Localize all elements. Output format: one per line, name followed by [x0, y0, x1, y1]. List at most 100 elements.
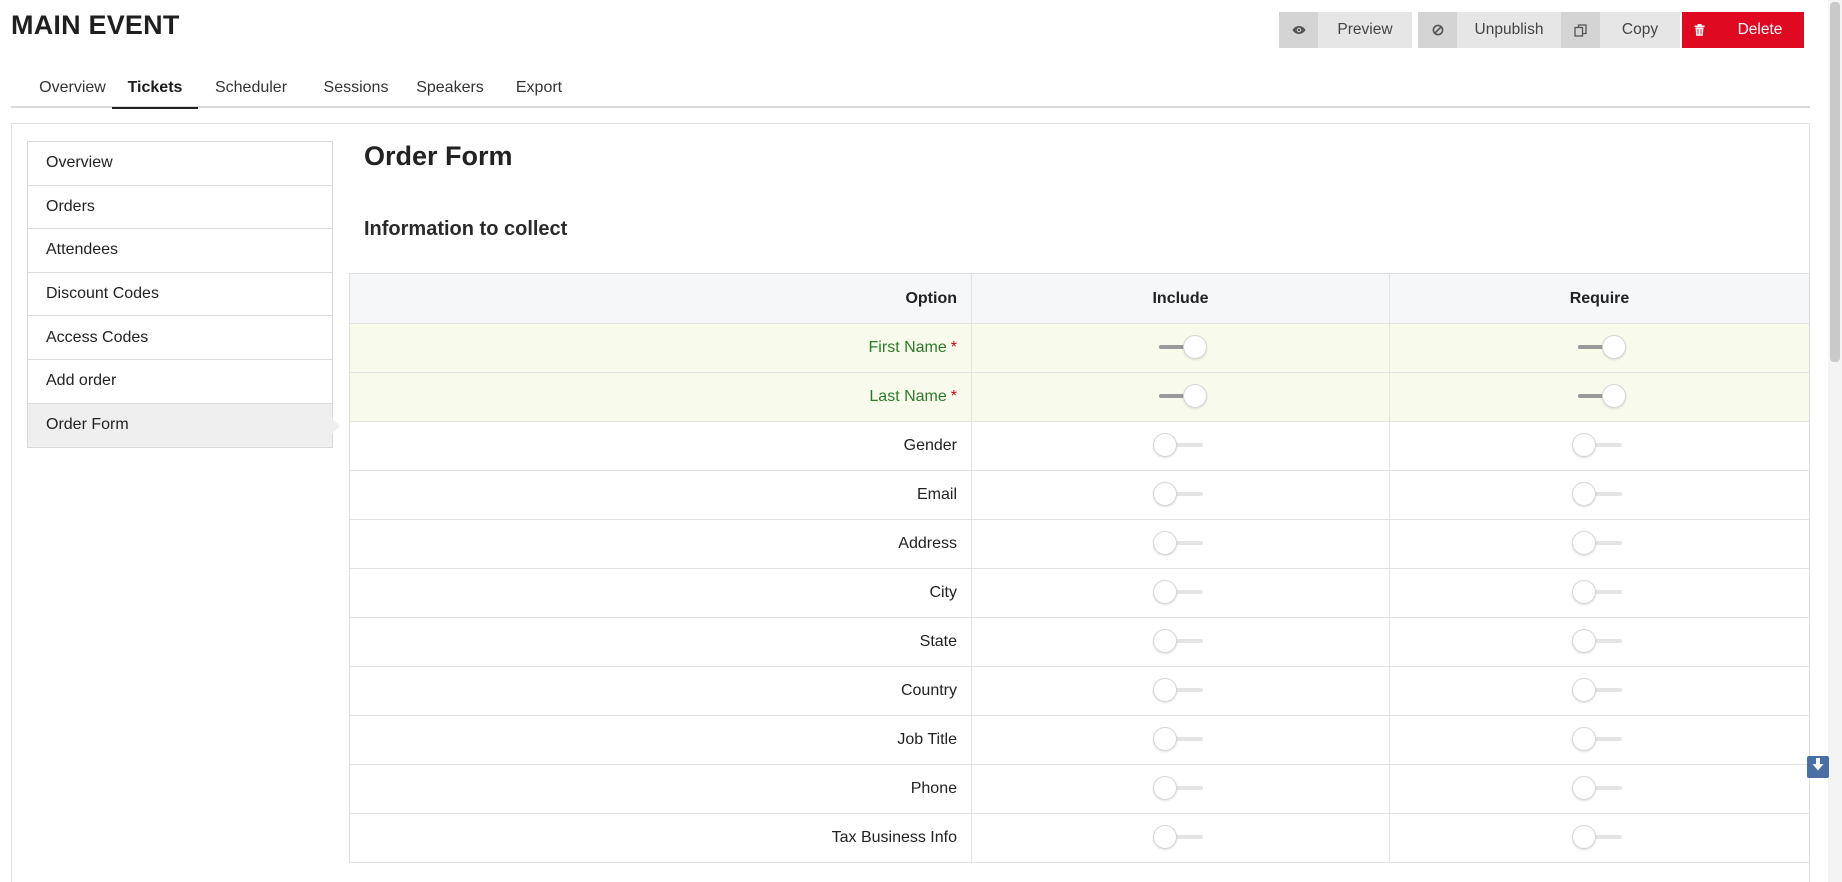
require-toggle[interactable]	[1571, 480, 1628, 510]
require-toggle[interactable]	[1571, 627, 1628, 657]
table-row: Email	[350, 471, 1809, 520]
table-row: Country	[350, 667, 1809, 716]
trash-icon	[1682, 12, 1716, 48]
include-cell	[972, 471, 1390, 519]
table-row: State	[350, 618, 1809, 667]
option-cell: First Name *	[350, 324, 972, 372]
require-toggle[interactable]	[1571, 725, 1628, 755]
toggle-knob	[1571, 629, 1596, 653]
include-toggle[interactable]	[1153, 333, 1209, 363]
include-toggle[interactable]	[1152, 676, 1209, 706]
copy-button[interactable]: Copy	[1561, 12, 1680, 48]
toggle-knob	[1152, 433, 1177, 457]
table-row: Tax Business Info	[350, 814, 1809, 863]
toggle-knob	[1152, 482, 1177, 506]
include-cell	[972, 520, 1390, 568]
eye-icon	[1279, 12, 1318, 48]
option-label: Email	[916, 486, 957, 503]
unpublish-label: Unpublish	[1474, 21, 1544, 38]
copy-icon	[1561, 12, 1600, 48]
option-cell: Phone	[350, 765, 972, 813]
require-toggle[interactable]	[1571, 529, 1628, 559]
require-cell	[1390, 373, 1809, 421]
option-cell: Country	[350, 667, 972, 715]
require-cell	[1390, 814, 1809, 862]
preview-button[interactable]: Preview	[1279, 12, 1412, 48]
required-marker: *	[950, 339, 957, 356]
require-toggle[interactable]	[1571, 676, 1628, 706]
delete-label: Delete	[1737, 21, 1783, 38]
table-row: First Name *	[350, 324, 1809, 373]
sidebar-item-order-form[interactable]: Order Form	[28, 403, 340, 448]
sidebar-item-discount-codes[interactable]: Discount Codes	[28, 272, 332, 317]
include-toggle[interactable]	[1152, 578, 1209, 608]
toggle-knob	[1152, 825, 1177, 849]
tab-overview[interactable]: Overview	[28, 68, 117, 108]
include-toggle[interactable]	[1152, 529, 1209, 559]
preview-label: Preview	[1337, 21, 1393, 38]
page-scrollbar[interactable]	[1828, 0, 1842, 882]
option-label: Tax Business Info	[831, 829, 957, 846]
require-toggle[interactable]	[1571, 431, 1628, 461]
option-label: Job Title	[897, 731, 957, 748]
require-cell	[1390, 765, 1809, 813]
unpublish-button[interactable]: Unpublish	[1418, 12, 1561, 48]
toggle-knob	[1571, 531, 1596, 555]
include-toggle[interactable]	[1152, 627, 1209, 657]
option-cell: Gender	[350, 422, 972, 470]
option-cell: State	[350, 618, 972, 666]
scrollbar-thumb[interactable]	[1830, 2, 1840, 362]
tab-scheduler[interactable]: Scheduler	[209, 68, 293, 108]
header-require: Require	[1569, 289, 1630, 307]
include-cell	[972, 569, 1390, 617]
include-toggle[interactable]	[1153, 382, 1209, 412]
scroll-down-button[interactable]	[1807, 756, 1829, 778]
toggle-knob	[1152, 678, 1177, 702]
tab-tickets[interactable]: Tickets	[112, 68, 198, 109]
include-toggle[interactable]	[1152, 431, 1209, 461]
option-cell: Email	[350, 471, 972, 519]
sidebar-item-access-codes[interactable]: Access Codes	[28, 316, 332, 360]
require-toggle[interactable]	[1572, 333, 1628, 363]
toggle-knob	[1571, 776, 1596, 800]
toggle-knob	[1571, 482, 1596, 506]
sidebar-item-attendees[interactable]: Attendees	[28, 229, 332, 273]
toggle-knob	[1152, 531, 1177, 555]
include-cell	[972, 422, 1390, 470]
option-label: First Name	[868, 339, 947, 356]
required-marker: *	[950, 388, 957, 405]
tab-speakers[interactable]: Speakers	[404, 68, 496, 108]
include-cell	[972, 373, 1390, 421]
require-toggle[interactable]	[1572, 382, 1628, 412]
include-cell	[972, 618, 1390, 666]
tab-sessions[interactable]: Sessions	[311, 68, 401, 108]
table-row: Phone	[350, 765, 1809, 814]
sidebar-item-overview[interactable]: Overview	[28, 142, 332, 186]
table-header: Option Include Require	[350, 274, 1809, 324]
sidebar-item-orders[interactable]: Orders	[28, 185, 332, 230]
option-label: Gender	[903, 437, 957, 454]
sidebar-item-add-order[interactable]: Add order	[28, 359, 332, 404]
include-cell	[972, 716, 1390, 764]
include-toggle[interactable]	[1152, 774, 1209, 804]
require-toggle[interactable]	[1571, 578, 1628, 608]
include-cell	[972, 324, 1390, 372]
toggle-knob	[1571, 580, 1596, 604]
arrow-down-icon	[1812, 758, 1824, 776]
option-label: Phone	[910, 780, 957, 797]
include-toggle[interactable]	[1152, 480, 1209, 510]
option-label: Country	[900, 682, 957, 699]
toggle-knob	[1152, 727, 1177, 751]
delete-button[interactable]: Delete	[1682, 12, 1804, 48]
include-toggle[interactable]	[1152, 725, 1209, 755]
option-cell: Job Title	[350, 716, 972, 764]
tab-export[interactable]: Export	[501, 68, 577, 108]
require-toggle[interactable]	[1571, 823, 1628, 853]
tickets-sidebar: Overview Orders Attendees Discount Codes…	[27, 141, 340, 449]
order-form-table: Option Include Require First Name * Last N…	[349, 273, 1810, 863]
require-cell	[1390, 520, 1809, 568]
toggle-knob	[1571, 678, 1596, 702]
table-row: City	[350, 569, 1809, 618]
require-toggle[interactable]	[1571, 774, 1628, 804]
include-toggle[interactable]	[1152, 823, 1209, 853]
